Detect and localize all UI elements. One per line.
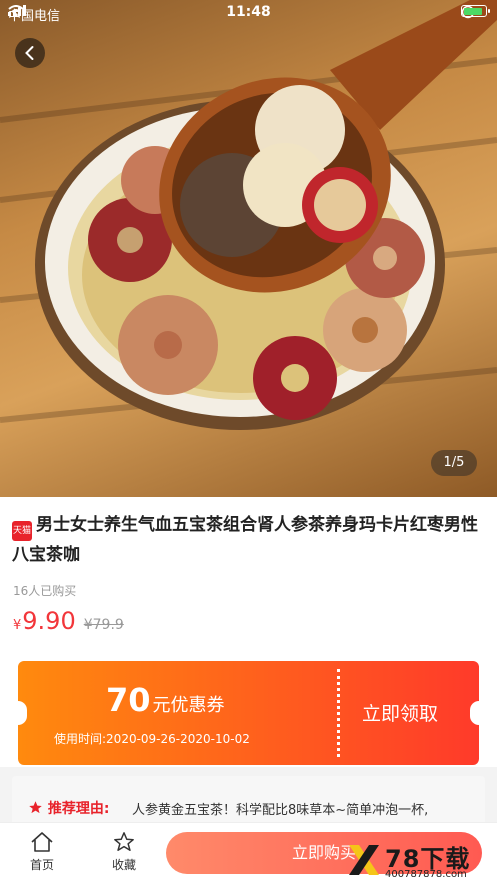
back-button[interactable] [15, 38, 45, 68]
status-bar: 中国电信 11:48 [0, 0, 497, 26]
tea-bowl-photo [0, 0, 497, 430]
watermark-x-icon [349, 845, 379, 875]
price-currency: ¥ [13, 618, 22, 633]
price-row: ¥ 9.90 ¥79.9 [13, 607, 124, 635]
coupon-notch-left [9, 701, 27, 725]
watermark-logo: 78下载 400787878.com [345, 839, 495, 883]
reason-label-text: 推荐理由: [47, 801, 110, 817]
product-image[interactable]: 中国电信 11:48 1/5 [0, 0, 497, 497]
product-detail-page: 中国电信 11:48 1/5 天猫 男士女士养生气血五宝茶组合肾人参茶养身玛卡片… [0, 0, 497, 883]
home-icon [31, 832, 53, 852]
coupon-amount-number: 70 [106, 681, 151, 719]
coupon-amount-unit: 元优惠券 [152, 695, 225, 716]
original-price: ¥79.9 [83, 617, 124, 633]
product-title-text: 男士女士养生气血五宝茶组合肾人参茶养身玛卡片红枣男性八宝茶咖 [12, 515, 478, 565]
watermark-url: 400787878.com [385, 869, 467, 880]
tmall-badge: 天猫 [12, 521, 32, 541]
star-outline-icon [114, 832, 134, 851]
chevron-left-icon [25, 46, 34, 60]
coupon-amount: 70 元优惠券 [106, 681, 225, 719]
reason-label: 推荐理由: [28, 798, 109, 818]
tab-home-label: 首页 [29, 858, 54, 872]
coupon-notch-right [470, 701, 488, 725]
tab-favorite-label: 收藏 [111, 858, 136, 872]
status-right [461, 5, 490, 19]
bottom-bar: 首页 收藏 立即购买 78下载 400787878.com [0, 822, 497, 883]
coupon-divider [337, 669, 340, 757]
sold-count: 16人已购买 [13, 584, 77, 598]
product-title: 天猫 男士女士养生气血五宝茶组合肾人参茶养身玛卡片红枣男性八宝茶咖 [12, 511, 482, 569]
star-icon [29, 801, 42, 814]
image-pager: 1/5 [431, 450, 477, 476]
tab-favorite[interactable]: 收藏 [99, 831, 149, 873]
coupon-period: 使用时间:2020-09-26-2020-10-02 [54, 732, 250, 746]
coupon-card[interactable]: 70 元优惠券 使用时间:2020-09-26-2020-10-02 立即领取 [9, 661, 488, 765]
clock: 11:48 [226, 4, 271, 20]
price-value: 9.90 [22, 607, 76, 635]
claim-coupon-button[interactable]: 立即领取 [362, 699, 438, 726]
reason-text: 人参黄金五宝茶！科学配比8味草本~简单冲泡一杯, [132, 803, 429, 818]
tab-home[interactable]: 首页 [17, 831, 67, 873]
battery-icon [461, 5, 490, 17]
product-info: 天猫 男士女士养生气血五宝茶组合肾人参茶养身玛卡片红枣男性八宝茶咖 16人已购买 … [0, 497, 497, 767]
